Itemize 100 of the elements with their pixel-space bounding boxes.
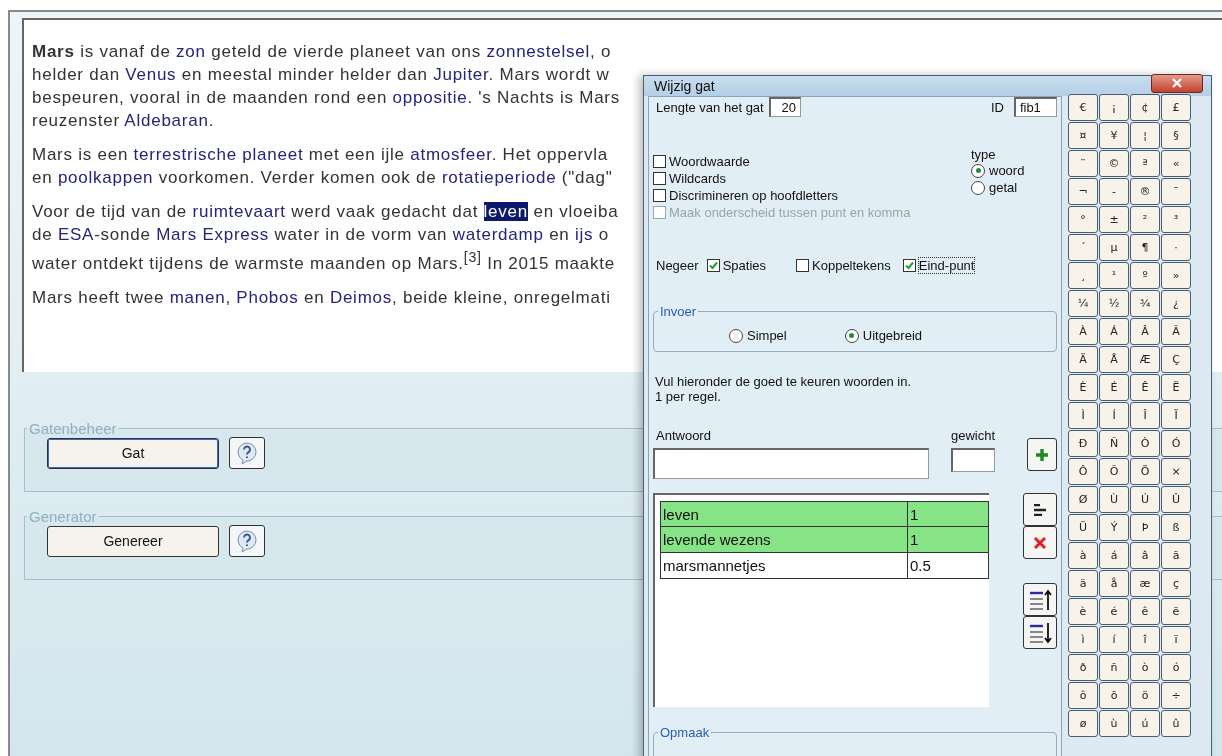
character-key[interactable]: Ù bbox=[1099, 486, 1129, 513]
character-key[interactable]: ô bbox=[1068, 682, 1098, 709]
character-key[interactable]: ´ bbox=[1068, 234, 1098, 261]
character-key[interactable]: Ë bbox=[1161, 374, 1191, 401]
character-key[interactable]: ² bbox=[1130, 206, 1160, 233]
character-key[interactable]: í bbox=[1099, 626, 1129, 653]
character-key[interactable]: á bbox=[1099, 542, 1129, 569]
character-key[interactable]: € bbox=[1068, 94, 1098, 121]
character-key[interactable]: ¾ bbox=[1130, 290, 1160, 317]
character-key[interactable]: õ bbox=[1099, 682, 1129, 709]
link[interactable]: Phobos bbox=[236, 287, 299, 307]
checkbox[interactable] bbox=[796, 259, 809, 272]
character-key[interactable]: Ö bbox=[1130, 458, 1160, 485]
character-key[interactable]: ¡ bbox=[1099, 94, 1129, 121]
character-key[interactable]: ê bbox=[1130, 598, 1160, 625]
character-key[interactable]: « bbox=[1161, 150, 1191, 177]
character-key[interactable]: Ï bbox=[1161, 402, 1191, 429]
answer-row[interactable]: marsmannetjes 0.5 bbox=[660, 553, 989, 580]
character-key[interactable]: ¦ bbox=[1130, 122, 1160, 149]
character-key[interactable]: æ bbox=[1130, 570, 1160, 597]
character-key[interactable]: ¯ bbox=[1161, 178, 1191, 205]
character-key[interactable]: · bbox=[1161, 234, 1191, 261]
character-key[interactable]: è bbox=[1068, 598, 1098, 625]
character-key[interactable]: Ú bbox=[1130, 486, 1160, 513]
character-key[interactable]: ¬ bbox=[1068, 178, 1098, 205]
link[interactable]: zonnestelsel bbox=[486, 42, 590, 61]
character-key[interactable]: Ó bbox=[1161, 430, 1191, 457]
move-down-button[interactable] bbox=[1023, 616, 1057, 650]
link[interactable]: terrestrische planeet bbox=[133, 145, 304, 164]
character-key[interactable]: Û bbox=[1161, 486, 1191, 513]
character-key[interactable]: Ê bbox=[1130, 374, 1160, 401]
character-key[interactable]: ã bbox=[1161, 542, 1191, 569]
character-key[interactable]: Ã bbox=[1161, 318, 1191, 345]
edit-button[interactable] bbox=[1023, 493, 1057, 527]
answer-row[interactable]: leven 1 bbox=[660, 501, 989, 528]
character-key[interactable]: Í bbox=[1099, 402, 1129, 429]
character-key[interactable]: ñ bbox=[1099, 654, 1129, 681]
character-key[interactable]: Ì bbox=[1068, 402, 1098, 429]
character-key[interactable]: ð bbox=[1068, 654, 1098, 681]
character-key[interactable]: ® bbox=[1130, 178, 1160, 205]
character-key[interactable]: Ø bbox=[1068, 486, 1098, 513]
character-key[interactable]: ù bbox=[1099, 710, 1129, 737]
character-key[interactable]: Ü bbox=[1068, 514, 1098, 541]
radio-button[interactable] bbox=[971, 180, 985, 195]
character-key[interactable]: Â bbox=[1130, 318, 1160, 345]
weight-field[interactable] bbox=[951, 448, 995, 473]
character-key[interactable]: ¤ bbox=[1068, 122, 1098, 149]
delete-button[interactable] bbox=[1023, 526, 1057, 560]
help-button[interactable] bbox=[229, 437, 265, 469]
radio-button[interactable] bbox=[729, 328, 743, 343]
character-key[interactable]: Ò bbox=[1130, 430, 1160, 457]
character-key[interactable]: ú bbox=[1130, 710, 1160, 737]
character-key[interactable]: £ bbox=[1161, 94, 1191, 121]
link[interactable]: Venus bbox=[125, 65, 177, 84]
character-key[interactable]: ¢ bbox=[1130, 94, 1160, 121]
help-button[interactable] bbox=[229, 525, 265, 557]
character-key[interactable]: § bbox=[1161, 122, 1191, 149]
action-button[interactable]: Gat bbox=[47, 437, 219, 469]
add-button[interactable] bbox=[1027, 438, 1057, 472]
id-field[interactable]: fib1 bbox=[1013, 97, 1057, 117]
character-key[interactable]: ³ bbox=[1161, 206, 1191, 233]
link[interactable]: ESA bbox=[57, 225, 95, 244]
character-key[interactable]: Ð bbox=[1068, 430, 1098, 457]
link[interactable]: ruimtevaart bbox=[192, 202, 286, 221]
character-key[interactable]: ö bbox=[1130, 682, 1160, 709]
checkbox[interactable] bbox=[653, 172, 666, 185]
link[interactable]: Jupiter bbox=[433, 65, 489, 84]
answer-row[interactable]: levende wezens 1 bbox=[660, 527, 989, 554]
action-button[interactable]: Genereer bbox=[47, 525, 219, 557]
link[interactable]: ijs bbox=[575, 225, 594, 244]
character-key[interactable]: ¥ bbox=[1099, 122, 1129, 149]
character-key[interactable]: ç bbox=[1161, 570, 1191, 597]
link[interactable]: rotatieperiode bbox=[441, 168, 557, 187]
character-key[interactable]: Ä bbox=[1068, 346, 1098, 373]
character-key[interactable]: é bbox=[1099, 598, 1129, 625]
character-key[interactable]: ø bbox=[1068, 710, 1098, 737]
character-key[interactable]: Æ bbox=[1130, 346, 1160, 373]
character-key[interactable]: © bbox=[1099, 150, 1129, 177]
character-key[interactable]: È bbox=[1068, 374, 1098, 401]
character-key[interactable]: ½ bbox=[1099, 290, 1129, 317]
character-key[interactable]: ¿ bbox=[1161, 290, 1191, 317]
character-key[interactable]: Î bbox=[1130, 402, 1160, 429]
character-key[interactable]: Ñ bbox=[1099, 430, 1129, 457]
character-key[interactable]: » bbox=[1161, 262, 1191, 289]
character-key[interactable]: â bbox=[1130, 542, 1160, 569]
character-key[interactable]: Ô bbox=[1068, 458, 1098, 485]
checkbox[interactable] bbox=[653, 155, 666, 168]
character-key[interactable]: ë bbox=[1161, 598, 1191, 625]
link[interactable]: waterdamp bbox=[452, 225, 544, 244]
character-key[interactable]: ¸ bbox=[1068, 262, 1098, 289]
character-key[interactable]: ï bbox=[1161, 626, 1191, 653]
character-key[interactable]: û bbox=[1161, 710, 1191, 737]
radio-button[interactable] bbox=[844, 328, 859, 343]
checkbox[interactable] bbox=[706, 259, 720, 272]
character-key[interactable]: ä bbox=[1068, 570, 1098, 597]
link[interactable]: manen bbox=[169, 287, 226, 307]
character-key[interactable]: ó bbox=[1161, 654, 1191, 681]
character-key[interactable]: ß bbox=[1161, 514, 1191, 541]
character-key[interactable]: ¼ bbox=[1068, 290, 1098, 317]
length-field[interactable]: 20 bbox=[768, 97, 801, 117]
